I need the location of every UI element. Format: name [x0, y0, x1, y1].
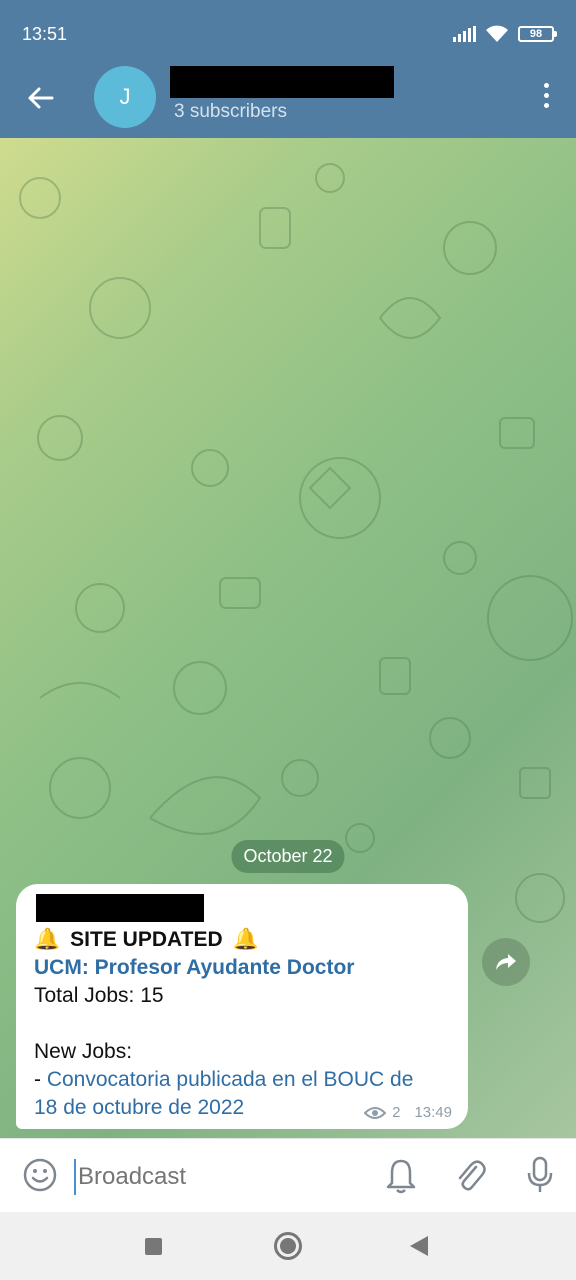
message-bubble[interactable]: 🔔 SITE UPDATED 🔔 UCM: Profesor Ayudante … — [16, 884, 468, 1129]
broadcast-input[interactable] — [74, 1159, 364, 1195]
signal-icon — [453, 26, 476, 42]
new-jobs-label: New Jobs: — [34, 1040, 133, 1063]
channel-name-redacted[interactable] — [170, 66, 394, 98]
job-entry: - Convocatoria publicada en el BOUC de — [34, 1066, 450, 1094]
message-title-text: SITE UPDATED — [70, 928, 223, 951]
forward-button[interactable] — [482, 938, 530, 986]
system-nav-bar — [0, 1212, 576, 1280]
bell-icon[interactable] — [384, 1157, 418, 1195]
wifi-icon — [486, 25, 508, 42]
subscriber-count: 3 subscribers — [174, 101, 287, 122]
job-prefix: - — [34, 1068, 47, 1091]
job-link-line1[interactable]: Convocatoria publicada en el BOUC de — [47, 1068, 414, 1091]
chat-header: J 3 subscribers — [0, 66, 576, 138]
emoji-icon[interactable] — [22, 1157, 58, 1193]
arrow-left-icon — [28, 87, 54, 109]
chat-area[interactable]: October 22 🔔 SITE UPDATED 🔔 UCM: Profeso… — [0, 138, 576, 1138]
status-time: 13:51 — [22, 24, 68, 44]
attach-icon[interactable] — [452, 1157, 488, 1195]
total-jobs-text: Total Jobs: 15 — [34, 984, 164, 1007]
sender-name-redacted — [36, 894, 204, 922]
site-link[interactable]: UCM: Profesor Ayudante Doctor — [34, 954, 450, 982]
share-arrow-icon — [496, 954, 516, 970]
date-separator: October 22 — [231, 840, 345, 873]
back-nav-button[interactable] — [410, 1236, 428, 1256]
bell-emoji-icon: 🔔 — [232, 928, 259, 951]
back-button[interactable] — [20, 78, 60, 118]
microphone-icon[interactable] — [524, 1155, 556, 1195]
home-button[interactable] — [274, 1232, 302, 1260]
message-meta: 2 13:49 — [364, 1104, 452, 1121]
eye-icon — [364, 1106, 387, 1119]
bell-emoji-icon: 🔔 — [34, 928, 61, 951]
message-time: 13:49 — [414, 1104, 452, 1121]
more-options-button[interactable] — [534, 78, 558, 112]
message-title: 🔔 SITE UPDATED 🔔 — [34, 926, 450, 954]
battery-icon: 98 — [518, 26, 557, 42]
view-count: 2 — [392, 1104, 401, 1121]
message-input-bar — [0, 1138, 576, 1212]
recents-button[interactable] — [145, 1238, 162, 1255]
status-bar: 13:51 98 — [0, 0, 576, 66]
avatar[interactable]: J — [94, 66, 156, 128]
status-icons: 98 — [453, 24, 557, 44]
